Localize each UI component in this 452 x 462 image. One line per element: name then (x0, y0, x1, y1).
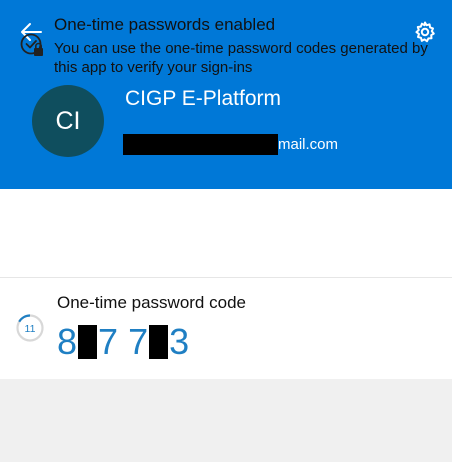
avatar: CI (32, 85, 104, 157)
otp-code-label: One-time password code (57, 293, 246, 312)
otp-code-value[interactable]: 8 7 7 3 (57, 321, 190, 362)
avatar-initials: CI (55, 106, 81, 135)
shield-check-icon (20, 33, 43, 56)
email-suffix: mail.com (278, 135, 339, 153)
otp-digit: 7 (98, 321, 119, 362)
redacted-digit-block (149, 325, 169, 359)
redacted-digit-block (78, 325, 98, 359)
otp-status-description: You can use the one-time password codes … (54, 40, 428, 76)
otp-digit: 8 (57, 321, 78, 362)
redacted-email-block (123, 133, 278, 155)
timer-seconds: 11 (25, 323, 36, 335)
otp-status-title: One-time passwords enabled (54, 15, 276, 34)
account-name: CIGP E-Platform (125, 87, 281, 110)
otp-status-card (0, 189, 452, 278)
otp-digit: 7 (128, 321, 149, 362)
otp-digit: 3 (169, 321, 190, 362)
account-email: mail.com (123, 133, 338, 155)
countdown-timer-icon: 11 (16, 314, 44, 342)
